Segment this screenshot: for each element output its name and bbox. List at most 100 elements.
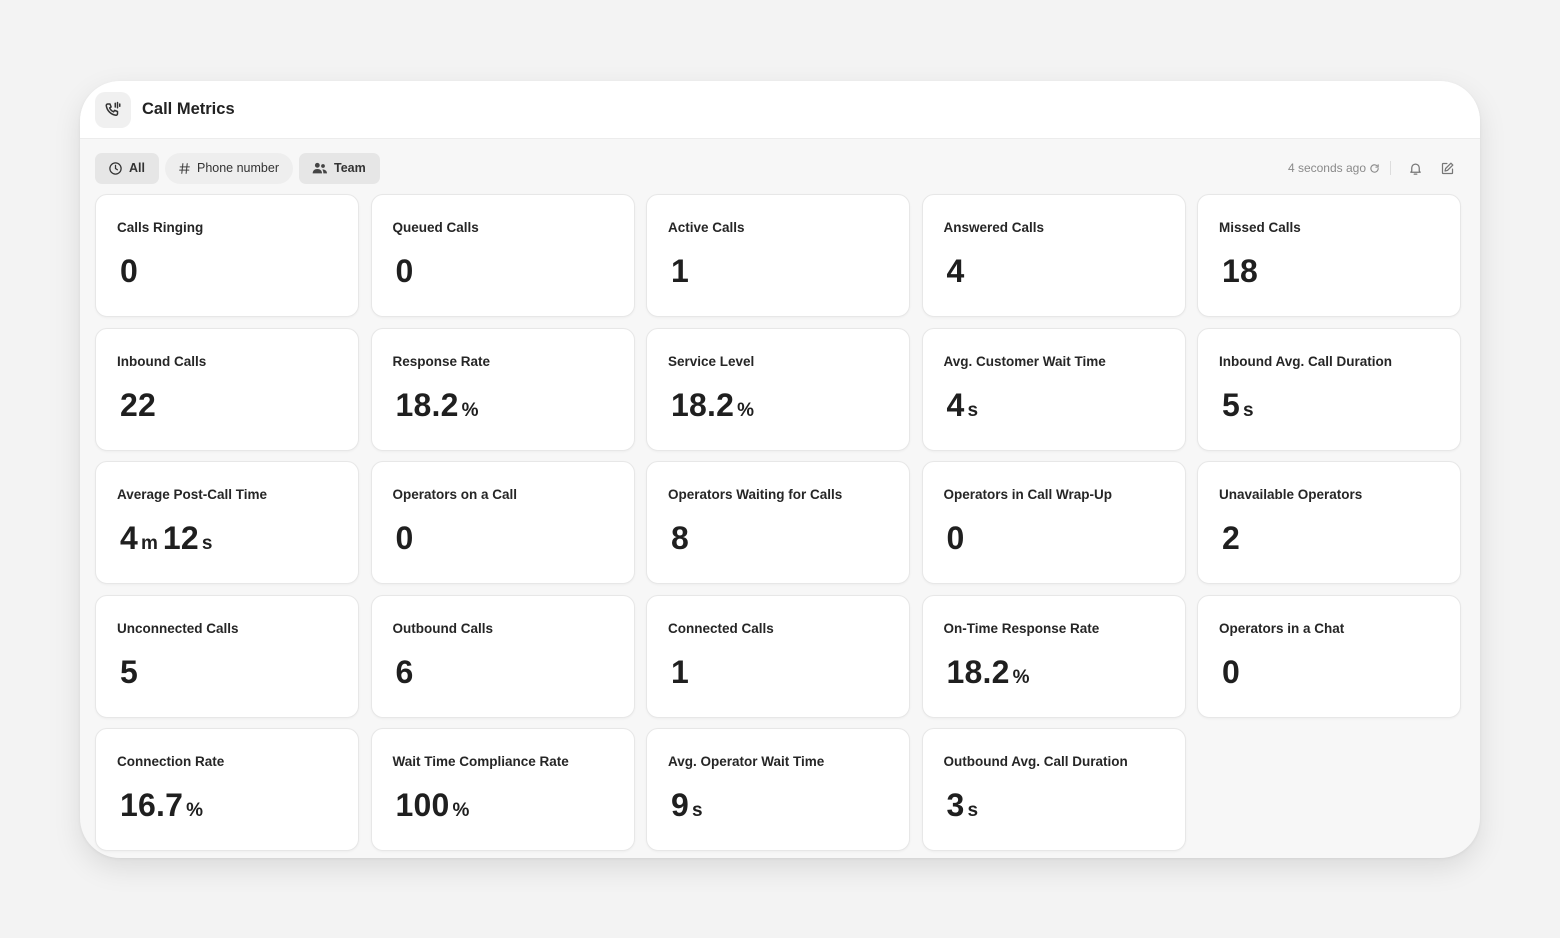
metric-number: 18.2 [946, 653, 1010, 690]
toolbar-actions: 4 seconds ago [1288, 158, 1457, 178]
metric-card[interactable]: Outbound Calls 6 [370, 594, 635, 718]
metric-card[interactable]: Inbound Calls 22 [95, 327, 359, 451]
metric-number: 18.2 [395, 386, 459, 423]
metric-label: Outbound Avg. Call Duration [943, 754, 1128, 769]
metric-value: 18.2% [396, 389, 614, 421]
filter-all-label: All [129, 161, 145, 175]
metric-card[interactable]: Answered Calls 4 [921, 194, 1186, 317]
metric-card[interactable]: Active Calls 1 [646, 194, 910, 317]
metric-value: 4 m 12 s [120, 522, 338, 554]
metric-number: 16.7 [120, 787, 184, 823]
filter-phone-number-label: Phone number [196, 161, 279, 175]
metric-card[interactable]: Outbound Avg. Call Duration 3 s [921, 728, 1186, 851]
notifications-button[interactable] [1405, 158, 1425, 178]
metric-label: Avg. Customer Wait Time [943, 353, 1106, 369]
metric-number: 12 [162, 520, 199, 556]
metric-label: Active Calls [668, 220, 745, 235]
metric-value: 0 [947, 522, 1165, 554]
metric-number: 4 [946, 253, 965, 289]
metric-label: Connected Calls [668, 620, 774, 636]
filter-team-label: Team [334, 161, 366, 175]
metric-value: 16.7% [120, 789, 338, 821]
metric-card[interactable]: Operators on a Call 0 [370, 461, 635, 584]
metric-label: Unconnected Calls [117, 620, 239, 636]
metric-value: 4 [947, 255, 1165, 287]
metric-number: 1 [671, 253, 689, 289]
metric-number: 8 [671, 520, 689, 556]
metric-label: Queued Calls [392, 220, 479, 235]
metric-card[interactable]: On-Time Response Rate 18.2% [921, 594, 1186, 718]
metric-label: Operators in Call Wrap-Up [943, 487, 1113, 502]
metric-card[interactable]: Unconnected Calls 5 [95, 594, 359, 718]
metric-value: 18.2% [947, 656, 1165, 688]
metric-card[interactable]: Service Level 18.2% [646, 327, 910, 451]
metric-label: Avg. Operator Wait Time [668, 754, 825, 769]
metric-number: 0 [395, 253, 414, 289]
filter-phone-number-button[interactable]: Phone number [164, 152, 293, 184]
metric-value: 5 [120, 656, 338, 688]
metric-number: 6 [395, 653, 414, 690]
filter-team-button[interactable]: Team [299, 152, 380, 184]
metric-value: 1 [671, 255, 889, 287]
metric-value: 1 [671, 656, 889, 688]
metric-value: 18.2% [671, 389, 889, 421]
metric-label: On-Time Response Rate [943, 620, 1100, 636]
metric-label: Inbound Avg. Call Duration [1219, 353, 1392, 369]
metric-unit: s [967, 399, 979, 421]
metric-number: 3 [946, 787, 965, 823]
last-updated[interactable]: 4 seconds ago [1288, 161, 1380, 175]
metric-unit: s [201, 533, 213, 554]
metric-label: Operators on a Call [392, 487, 518, 502]
metric-unit: % [186, 800, 203, 821]
metric-value: 2 [1222, 522, 1440, 554]
metric-card[interactable]: Operators in Call Wrap-Up 0 [921, 461, 1186, 584]
metric-value: 8 [671, 522, 889, 554]
call-metrics-window: Call Metrics All Phone number Team 4 sec… [80, 81, 1480, 858]
metric-number: 5 [1222, 386, 1240, 423]
metric-value: 0 [396, 255, 614, 287]
metric-value: 0 [1222, 656, 1440, 688]
refresh-icon [1370, 163, 1379, 173]
metric-value: 18 [1222, 255, 1440, 287]
title-bar: Call Metrics [80, 81, 1480, 139]
metric-value: 4s [947, 389, 1165, 421]
metric-unit: % [452, 800, 470, 821]
metric-card[interactable]: Connection Rate 16.7% [95, 728, 359, 851]
metric-label: Calls Ringing [117, 220, 204, 235]
metric-unit: s [967, 800, 979, 821]
filter-toolbar: All Phone number Team 4 seconds ago [95, 152, 1457, 184]
metric-card[interactable]: Inbound Avg. Call Duration 5 s [1197, 327, 1461, 451]
phone-call-icon [95, 91, 131, 128]
metric-number: 22 [120, 386, 156, 423]
filter-all-button[interactable]: All [95, 152, 159, 184]
metric-card[interactable]: Unavailable Operators 2 [1197, 461, 1461, 584]
metric-card[interactable]: Avg. Operator Wait Time 9 s [646, 728, 910, 851]
metric-number: 5 [120, 653, 138, 690]
metric-number: 0 [1222, 653, 1240, 690]
metric-card[interactable]: Wait Time Compliance Rate 100% [370, 728, 635, 851]
metric-value: 5s [1222, 389, 1440, 421]
metric-label: Inbound Calls [117, 353, 207, 369]
page-title: Call Metrics [142, 100, 235, 118]
metric-card[interactable]: Operators in a Chat 0 [1197, 594, 1461, 718]
metric-card[interactable]: Average Post-Call Time 4 m 12 s [95, 461, 359, 584]
toolbar-divider [1390, 161, 1391, 175]
metric-card[interactable]: Calls Ringing 0 [95, 194, 359, 317]
metric-label: Response Rate [392, 353, 491, 369]
metric-card[interactable]: Operators Waiting for Calls 8 [646, 461, 910, 584]
metric-card[interactable]: Response Rate 18.2% [370, 327, 635, 451]
metric-number: 4 [946, 386, 965, 423]
metric-card[interactable]: Avg. Customer Wait Time 4 s [921, 327, 1186, 451]
edit-button[interactable] [1437, 158, 1457, 178]
metric-label: Wait Time Compliance Rate [392, 754, 569, 769]
metric-number: 9 [671, 787, 689, 823]
edit-icon [1441, 162, 1453, 174]
hash-icon [179, 162, 190, 174]
metric-card[interactable]: Missed Calls 18 [1197, 194, 1461, 317]
clock-icon [109, 161, 122, 175]
metric-value: 100% [396, 789, 614, 821]
metric-value: 3s [947, 789, 1165, 821]
metric-value: 6 [396, 656, 614, 688]
metric-card[interactable]: Connected Calls 1 [646, 594, 910, 718]
metric-card[interactable]: Queued Calls 0 [370, 194, 635, 317]
